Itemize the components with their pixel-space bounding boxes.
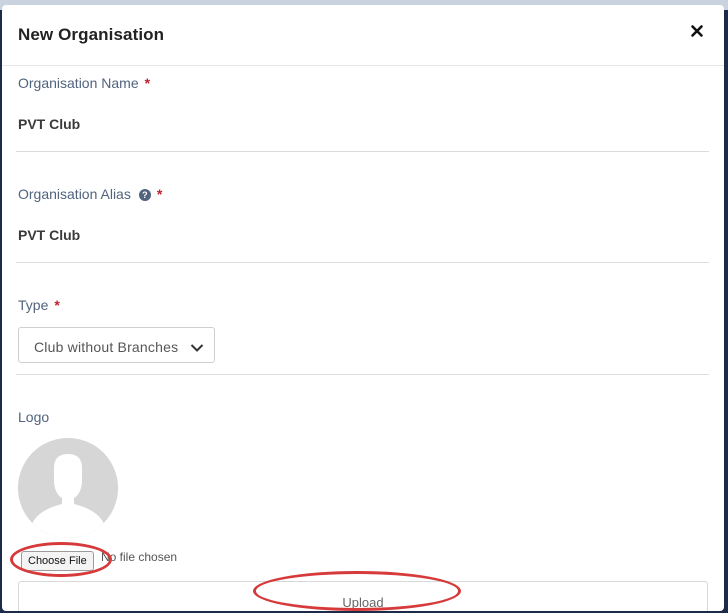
- upload-button-label: Upload: [342, 595, 384, 610]
- logo-label: Logo: [18, 409, 50, 425]
- type-select-value: Club without Branches: [34, 339, 179, 355]
- organisation-alias-field[interactable]: PVT Club: [18, 227, 80, 243]
- divider: [16, 262, 709, 263]
- organisation-alias-label: Organisation Alias? *: [18, 186, 162, 202]
- type-select[interactable]: Club without Branches: [18, 327, 215, 363]
- close-icon[interactable]: [690, 24, 704, 38]
- organisation-name-label: Organisation Name *: [18, 75, 150, 91]
- divider: [16, 151, 709, 152]
- required-mark: *: [54, 297, 60, 313]
- type-label-text: Type: [18, 297, 49, 313]
- required-mark: *: [144, 75, 151, 91]
- choose-file-button[interactable]: Choose File: [21, 551, 94, 571]
- organisation-alias-label-text: Organisation Alias: [18, 186, 131, 202]
- required-mark: *: [156, 186, 163, 202]
- type-label: Type *: [18, 297, 60, 313]
- chevron-down-icon: [190, 340, 204, 358]
- divider: [16, 374, 709, 375]
- file-status-text: No file chosen: [101, 550, 178, 564]
- modal-header: New Organisation: [2, 5, 724, 66]
- modal-title: New Organisation: [18, 25, 165, 44]
- question-circle-icon[interactable]: ?: [138, 189, 151, 201]
- new-organisation-modal: New Organisation Organisation Name * PVT …: [2, 5, 724, 611]
- user-silhouette-icon: [18, 438, 118, 538]
- organisation-name-label-text: Organisation Name: [18, 75, 139, 91]
- organisation-name-field[interactable]: PVT Club: [18, 116, 80, 132]
- upload-button[interactable]: Upload: [18, 581, 708, 611]
